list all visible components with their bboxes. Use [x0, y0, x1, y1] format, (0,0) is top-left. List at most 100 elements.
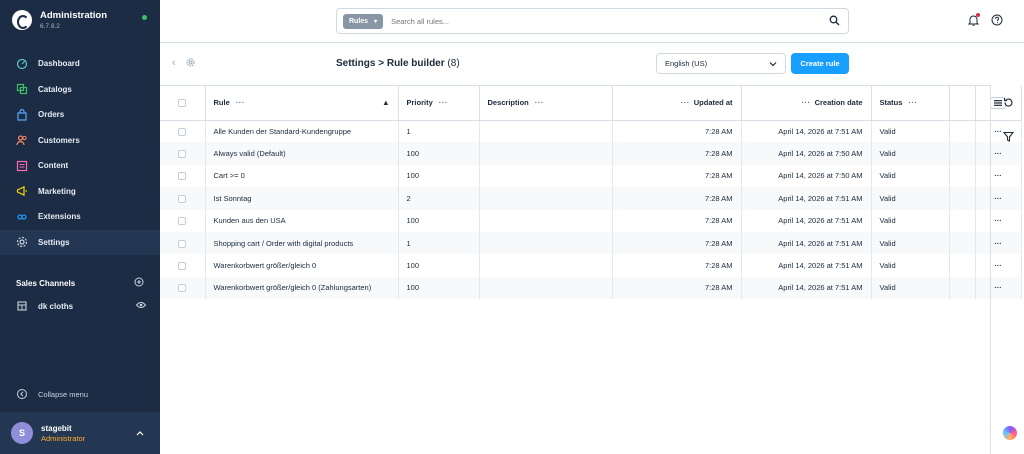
updated-at-cell: 7:28 AM	[612, 254, 742, 277]
row-select-cell	[160, 276, 206, 300]
refresh-icon[interactable]	[1003, 97, 1014, 110]
brand[interactable]: Administration 6.7.8.2	[12, 10, 107, 30]
notification-badge	[976, 13, 980, 17]
sidebar-item-marketing[interactable]: Marketing	[0, 179, 160, 205]
sidebar-item-extensions[interactable]: Extensions	[0, 204, 160, 230]
row-select-cell	[160, 164, 206, 188]
main-nav: Dashboard Catalogs Orders Customers Cont…	[0, 51, 160, 255]
rule-name-cell[interactable]: Shopping cart / Order with digital produ…	[205, 231, 399, 255]
row-checkbox[interactable]	[178, 194, 187, 203]
column-header-rule[interactable]: Rule ··· ▲	[205, 86, 399, 121]
content-icon	[16, 160, 28, 172]
description-cell	[479, 254, 613, 277]
description-cell	[479, 209, 613, 232]
table-row[interactable]: Cart >= 0 100 7:28 AM April 14, 2026 at 7:5…	[160, 164, 1022, 188]
row-checkbox[interactable]	[178, 239, 187, 248]
sales-channel-item[interactable]: dk cloths	[16, 300, 147, 312]
spacer-cell	[949, 276, 976, 300]
column-menu-icon[interactable]: ···	[236, 98, 245, 107]
row-checkbox[interactable]	[178, 262, 187, 271]
extensions-icon	[16, 211, 28, 223]
sort-ascending-icon[interactable]: ▲	[382, 98, 389, 107]
add-sales-channel-icon[interactable]	[134, 277, 144, 289]
sidebar-item-label: Dashboard	[38, 59, 80, 69]
chevron-down-icon: ▾	[374, 18, 378, 25]
table-row[interactable]: Alle Kunden der Standard-Kundengruppe 1 7:…	[160, 120, 1022, 143]
rule-name-cell[interactable]: Cart >= 0	[205, 164, 399, 188]
gear-icon[interactable]	[186, 58, 195, 69]
creation-date-cell: April 14, 2026 at 7:50 AM	[741, 164, 872, 188]
search-type-select[interactable]: Rules ▾	[343, 13, 384, 29]
status-cell: Valid	[871, 164, 950, 188]
back-chevron-icon[interactable]: ‹	[172, 57, 176, 69]
sidebar-item-dashboard[interactable]: Dashboard	[0, 51, 160, 77]
select-all-checkbox[interactable]	[178, 99, 187, 108]
search-icon[interactable]	[829, 15, 840, 28]
row-checkbox[interactable]	[178, 150, 187, 159]
dashboard-icon	[16, 58, 28, 70]
sidebar-item-content[interactable]: Content	[0, 153, 160, 179]
rule-name-cell[interactable]: Alle Kunden der Standard-Kundengruppe	[205, 120, 399, 143]
row-checkbox[interactable]	[178, 172, 187, 181]
user-menu[interactable]: S stagebit Administrator	[0, 412, 160, 454]
chevron-down-icon	[769, 60, 777, 69]
column-header-updated-at[interactable]: ··· Updated at	[612, 86, 742, 121]
rule-name-cell[interactable]: Always valid (Default)	[205, 142, 399, 165]
rule-name-cell[interactable]: Warenkorbwert größer/gleich 0	[205, 254, 399, 277]
column-menu-icon[interactable]: ···	[535, 98, 544, 107]
creation-date-cell: April 14, 2026 at 7:51 AM	[741, 120, 872, 143]
sidebar: Administration 6.7.8.2 Dashboard Catalog…	[0, 0, 160, 454]
page-title: Settings > Rule builder (8)	[336, 58, 460, 69]
description-cell	[479, 164, 613, 188]
eye-icon[interactable]	[135, 301, 147, 311]
language-switch[interactable]: English (US)	[656, 53, 786, 74]
chevron-up-icon	[136, 429, 144, 438]
priority-cell: 100	[398, 142, 480, 165]
app-version: 6.7.8.2	[40, 23, 60, 30]
column-menu-icon[interactable]: ···	[802, 98, 811, 107]
create-rule-button[interactable]: Create rule	[791, 53, 849, 74]
rule-name-cell[interactable]: Warenkorbwert größer/gleich 0 (Zahlungsa…	[205, 276, 399, 300]
column-header-description[interactable]: Description ···	[479, 86, 613, 121]
spacer-cell	[949, 231, 976, 255]
filter-icon[interactable]	[1002, 131, 1015, 144]
customers-icon	[16, 134, 28, 146]
column-header-priority[interactable]: Priority ···	[398, 86, 480, 121]
row-select-cell	[160, 231, 206, 255]
status-cell: Valid	[871, 120, 950, 143]
spacer-cell	[949, 254, 976, 277]
search-input[interactable]	[391, 16, 792, 26]
table-row[interactable]: Shopping cart / Order with digital produ…	[160, 231, 1022, 255]
column-menu-icon[interactable]: ···	[908, 98, 917, 107]
header-label: Creation date	[814, 98, 863, 108]
table-row[interactable]: Kunden aus den USA 100 7:28 AM April 14, 20…	[160, 209, 1022, 232]
sidebar-item-settings[interactable]: Settings	[0, 229, 160, 255]
sidebar-item-customers[interactable]: Customers	[0, 128, 160, 154]
table-row[interactable]: Always valid (Default) 100 7:28 AM April 14…	[160, 142, 1022, 165]
collapse-menu-button[interactable]: Collapse menu	[16, 388, 88, 400]
row-checkbox[interactable]	[178, 127, 187, 136]
sidebar-item-catalogs[interactable]: Catalogs	[0, 77, 160, 103]
row-checkbox[interactable]	[178, 284, 187, 293]
table-row[interactable]: Warenkorbwert größer/gleich 0 100 7:28 AM A…	[160, 254, 1022, 277]
help-icon[interactable]	[991, 14, 1003, 28]
table-row[interactable]: Ist Sonntag 2 7:28 AM April 14, 2026 at 7:5…	[160, 187, 1022, 210]
priority-cell: 100	[398, 164, 480, 188]
description-cell	[479, 276, 613, 300]
sidebar-item-orders[interactable]: Orders	[0, 102, 160, 128]
column-menu-icon[interactable]: ···	[439, 98, 448, 107]
table-row[interactable]: Warenkorbwert größer/gleich 0 (Zahlungsa…	[160, 276, 1022, 300]
priority-cell: 1	[398, 231, 480, 255]
rule-name-cell[interactable]: Ist Sonntag	[205, 187, 399, 210]
updated-at-cell: 7:28 AM	[612, 276, 742, 300]
column-header-status[interactable]: Status ···	[871, 86, 950, 121]
rule-name-cell[interactable]: Kunden aus den USA	[205, 209, 399, 232]
updated-at-cell: 7:28 AM	[612, 120, 742, 143]
row-select-cell	[160, 142, 206, 165]
column-header-creation-date[interactable]: ··· Creation date	[741, 86, 872, 121]
assistant-icon[interactable]	[1003, 426, 1017, 440]
description-cell	[479, 142, 613, 165]
row-checkbox[interactable]	[178, 217, 187, 226]
sidebar-item-label: Catalogs	[38, 84, 72, 94]
column-menu-icon[interactable]: ···	[681, 98, 690, 107]
